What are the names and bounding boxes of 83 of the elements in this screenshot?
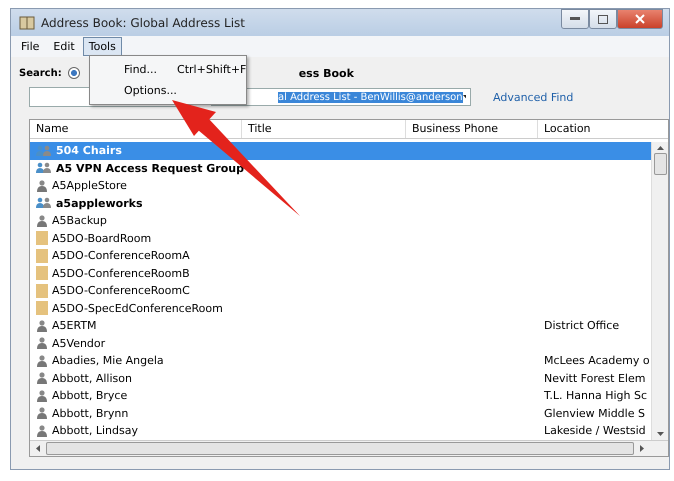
contact-location: District Office — [544, 319, 620, 332]
contact-row[interactable]: A5DO-ConferenceRoomC — [30, 282, 651, 300]
group-icon — [36, 162, 52, 174]
person-icon — [36, 180, 48, 192]
contact-name: A5AppleStore — [52, 179, 127, 192]
radio-button[interactable] — [68, 67, 80, 79]
scroll-thumb[interactable] — [654, 153, 666, 175]
room-icon — [36, 231, 48, 246]
person-icon — [36, 337, 48, 350]
contact-row[interactable]: A5Vendor — [30, 334, 651, 352]
person-icon — [36, 354, 48, 367]
contact-row[interactable]: Abadies, Mie Angela McLees Academy o — [30, 352, 651, 370]
contact-name: A5DO-SpecEdConferenceRoom — [52, 302, 223, 315]
contact-name: a5appleworks — [56, 196, 142, 210]
horizontal-scrollbar[interactable] — [30, 440, 668, 456]
option-label: ess Book — [298, 66, 354, 80]
menu-item[interactable]: File — [15, 37, 46, 56]
contact-name: A5Vendor — [52, 336, 106, 350]
contact-row[interactable]: A5DO-ConferenceRoomB — [30, 264, 651, 282]
book-icon — [19, 16, 35, 30]
minimize-icon — [570, 17, 580, 21]
room-icon — [36, 301, 48, 316]
group-icon — [36, 197, 52, 210]
person-icon — [36, 320, 48, 332]
scroll-thumb[interactable] — [46, 442, 634, 455]
group-icon — [36, 144, 52, 157]
contact-location: McLees Academy o — [544, 354, 650, 368]
close-icon — [635, 14, 645, 24]
room-icon — [36, 266, 48, 280]
contact-location: Lakeside / Westsid — [544, 424, 646, 438]
column-header[interactable]: Title — [242, 120, 406, 138]
contact-row[interactable]: Abbott, Brynn Glenview Middle S — [30, 404, 651, 422]
room-icon — [36, 248, 48, 263]
contact-location: Nevitt Forest Elem — [544, 372, 646, 385]
column-header[interactable]: Business Phone — [406, 120, 538, 138]
contact-row[interactable]: A5DO-ConferenceRoomA — [30, 247, 651, 264]
contact-row[interactable]: A5AppleStore — [30, 177, 651, 194]
up-arrow-icon[interactable] — [656, 146, 664, 150]
menu-item[interactable]: Edit — [47, 37, 81, 56]
menu-item[interactable]: Tools — [82, 37, 122, 56]
advanced-find-link[interactable]: Advanced Find — [493, 90, 574, 104]
contact-row[interactable]: Abbott, Lindsay Lakeside / Westsid — [30, 422, 651, 440]
contact-name: A5DO-ConferenceRoomB — [52, 266, 190, 280]
contact-row[interactable]: Abbott, Bryce T.L. Hanna High Sc — [30, 387, 651, 404]
maximize-icon — [598, 14, 608, 24]
contact-row[interactable]: A5DO-BoardRoom — [30, 230, 651, 247]
contact-name: Abbott, Bryce — [52, 389, 128, 402]
person-icon — [36, 372, 48, 384]
column-header[interactable]: Location — [538, 120, 668, 138]
person-icon — [36, 390, 48, 402]
contact-name: A5ERTM — [52, 319, 97, 332]
close-button[interactable] — [617, 9, 663, 29]
contact-name: 504 Chairs — [56, 144, 122, 158]
search-label: Search: — [19, 68, 62, 78]
menu-option[interactable]: Find... Ctrl+Shift+F — [90, 59, 246, 80]
contact-location: T.L. Hanna High Sc — [544, 389, 648, 402]
contact-row[interactable]: A5DO-SpecEdConferenceRoom — [30, 300, 651, 317]
contact-name: A5DO-ConferenceRoomC — [52, 284, 190, 298]
room-icon — [36, 284, 48, 298]
maximize-button[interactable] — [589, 9, 617, 29]
person-icon — [36, 424, 48, 437]
minimize-button[interactable] — [561, 9, 589, 29]
window-title: Address Book: Global Address List — [41, 16, 245, 30]
contact-name: A5Backup — [52, 214, 107, 228]
right-arrow-icon[interactable] — [640, 445, 644, 452]
contact-name: Abbott, Lindsay — [52, 424, 138, 438]
person-icon — [36, 407, 48, 420]
contact-name: A5DO-BoardRoom — [52, 232, 152, 245]
contact-name: A5 VPN Access Request Group — [56, 162, 244, 175]
down-arrow-icon[interactable] — [656, 432, 664, 436]
left-arrow-icon[interactable] — [36, 445, 40, 452]
contact-location: Glenview Middle S — [544, 406, 645, 420]
contact-name: A5DO-ConferenceRoomA — [52, 249, 190, 262]
contact-row[interactable]: A5ERTM District Office — [30, 317, 651, 334]
contact-name: Abadies, Mie Angela — [52, 354, 164, 368]
person-icon — [36, 214, 48, 227]
contact-name: Abbott, Brynn — [52, 406, 128, 420]
contact-row[interactable]: A5Backup — [30, 212, 651, 230]
contact-row[interactable]: a5appleworks — [30, 194, 651, 212]
contact-name: Abbott, Allison — [52, 372, 132, 385]
vertical-scrollbar[interactable] — [651, 142, 668, 440]
contact-row[interactable]: Abbott, Allison Nevitt Forest Elem — [30, 370, 651, 387]
contact-row[interactable]: A5 VPN Access Request Group — [30, 160, 651, 177]
